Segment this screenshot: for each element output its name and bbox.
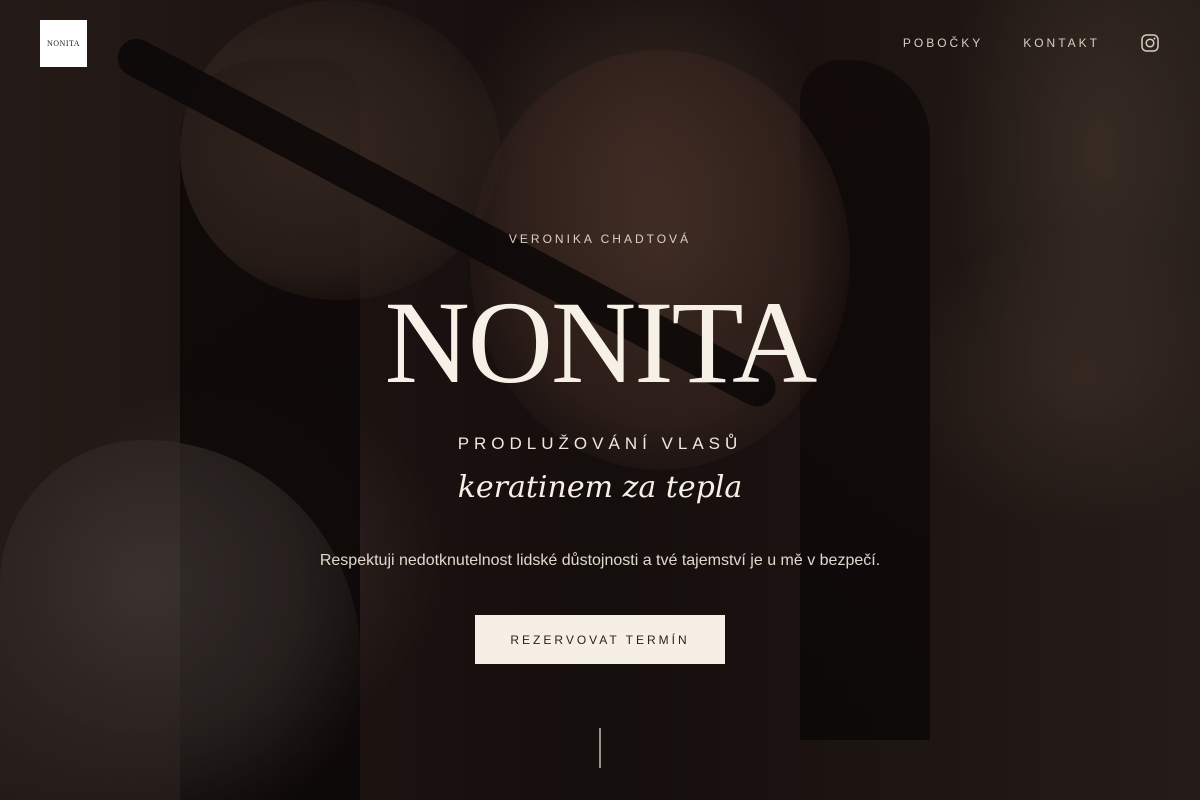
nav-item-kontakt[interactable]: KONTAKT bbox=[1023, 33, 1100, 53]
hero-title: NONITA bbox=[384, 277, 818, 408]
logo[interactable]: NONITA bbox=[40, 20, 87, 67]
instagram-icon[interactable] bbox=[1140, 33, 1160, 53]
book-appointment-button[interactable]: REZERVOVAT TERMÍN bbox=[475, 615, 725, 664]
main-nav: POBOČKY KONTAKT bbox=[863, 33, 1160, 53]
hero-script-text: keratinem za tepla bbox=[457, 470, 743, 505]
scroll-indicator bbox=[599, 728, 601, 768]
hero-service: PRODLUŽOVÁNÍ VLASŮ bbox=[457, 434, 743, 453]
logo-text: NONITA bbox=[46, 39, 81, 48]
hero-tagline: Respektuji nedotknutelnost lidské důstoj… bbox=[319, 552, 881, 569]
hero-subtitle: VERONIKA CHADTOVÁ bbox=[508, 232, 692, 246]
nav-item-pobocky[interactable]: POBOČKY bbox=[903, 33, 983, 53]
